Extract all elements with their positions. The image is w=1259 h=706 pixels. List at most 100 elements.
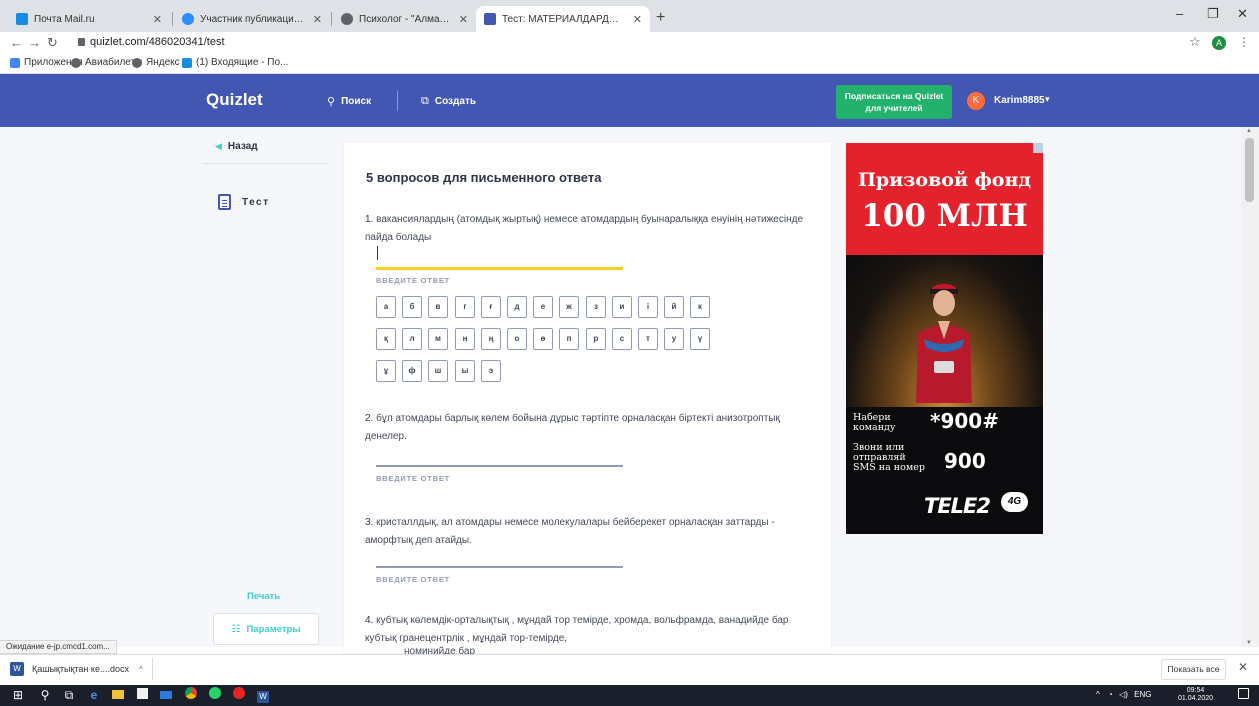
chevron-down-icon[interactable]: ▾ <box>1045 94 1050 105</box>
store-icon[interactable] <box>134 687 150 703</box>
clock[interactable]: 09:54 01.04.2020 <box>1178 687 1213 703</box>
options-button[interactable]: ☷ Параметры <box>213 613 319 645</box>
char-key[interactable]: п <box>559 328 579 350</box>
char-key[interactable]: т <box>638 328 658 350</box>
word-icon[interactable]: W <box>255 687 271 703</box>
new-tab-button[interactable]: + <box>656 9 665 27</box>
adchoices-icon[interactable] <box>1033 143 1043 153</box>
char-key[interactable]: н <box>455 328 475 350</box>
tab-close-icon[interactable]: ✕ <box>153 13 162 26</box>
url-field[interactable]: quizlet.com/486020341/test <box>90 36 225 48</box>
volume-icon[interactable]: ◁) <box>1119 690 1128 699</box>
download-item[interactable]: W Қашықтықтан ке....docx ^ <box>10 662 143 676</box>
zoom-favicon-icon <box>182 13 194 25</box>
scroll-down-arrow-icon[interactable]: ▼ <box>1246 640 1252 646</box>
whatsapp-icon[interactable] <box>207 687 223 703</box>
question-number: 3. <box>365 517 374 528</box>
chrome-icon[interactable] <box>183 687 199 703</box>
profile-avatar[interactable]: A <box>1212 36 1226 50</box>
tab-psychologist[interactable]: Психолог - "Алматы облысты… ✕ <box>333 6 476 32</box>
char-key[interactable]: у <box>664 328 684 350</box>
search-button[interactable]: ⚲ Поиск <box>327 95 371 108</box>
create-label: Создать <box>434 96 476 107</box>
browser-menu-icon[interactable]: ⋮ <box>1238 35 1250 49</box>
char-key[interactable]: і <box>638 296 658 318</box>
lock-icon[interactable] <box>78 38 85 46</box>
chevron-up-icon[interactable]: ^ <box>139 665 143 674</box>
page-scrollbar[interactable] <box>1241 127 1259 647</box>
windows-start-icon[interactable]: ⊞ <box>10 687 26 703</box>
search-icon[interactable]: ⚲ <box>37 687 53 703</box>
char-key[interactable]: г <box>455 296 475 318</box>
bookmark-yandex[interactable]: Яндекс <box>132 57 180 68</box>
reload-icon[interactable]: ↻ <box>47 35 58 51</box>
bookmark-inbox[interactable]: (1) Входящие - По... <box>182 57 288 68</box>
create-button[interactable]: ⧉ Создать <box>421 95 476 108</box>
tab-close-icon[interactable]: ✕ <box>459 13 468 26</box>
tab-close-icon[interactable]: ✕ <box>633 13 642 26</box>
task-view-icon[interactable]: ⧉ <box>61 687 77 703</box>
tele2-advertisement[interactable]: Призовой фонд 100 МЛН Набери команду *90… <box>846 143 1043 534</box>
back-link[interactable]: ◀ Назад <box>215 141 258 152</box>
bookmark-star-icon[interactable]: ☆ <box>1189 34 1201 50</box>
char-key[interactable]: ғ <box>481 296 501 318</box>
network-icon[interactable]: ◔ <box>1108 690 1113 699</box>
scroll-thumb[interactable] <box>1245 138 1254 202</box>
edge-icon[interactable]: e <box>86 687 102 703</box>
teacher-subscribe-button[interactable]: Подписаться на Quizlet для учителей <box>836 85 952 119</box>
char-key[interactable]: б <box>402 296 422 318</box>
answer-input-3[interactable] <box>376 566 623 568</box>
char-key[interactable]: з <box>586 296 606 318</box>
char-key[interactable]: ж <box>559 296 579 318</box>
char-key[interactable]: и <box>612 296 632 318</box>
char-key[interactable]: л <box>402 328 422 350</box>
quizlet-test-active[interactable]: Тест: МАТЕРИАЛДАРДЫҢ ҚҰРЫ… ✕ <box>476 6 650 32</box>
file-explorer-icon[interactable] <box>110 687 126 703</box>
search-icon: ⚲ <box>327 96 336 108</box>
char-key[interactable]: ы <box>455 360 475 382</box>
notification-icon[interactable] <box>1238 688 1249 699</box>
char-key[interactable]: а <box>376 296 396 318</box>
tab-zoom[interactable]: Участник публикации - Zoom ✕ <box>174 6 330 32</box>
char-key[interactable]: ш <box>428 360 448 382</box>
close-icon[interactable]: ✕ <box>1238 660 1248 674</box>
user-avatar[interactable]: K <box>967 92 985 110</box>
char-key[interactable]: м <box>428 328 448 350</box>
char-key[interactable]: э <box>481 360 501 382</box>
close-window-button[interactable]: ✕ <box>1237 6 1248 22</box>
answer-input-2[interactable] <box>376 465 623 467</box>
char-key[interactable]: с <box>612 328 632 350</box>
char-key[interactable]: к <box>690 296 710 318</box>
scroll-up-arrow-icon[interactable]: ▲ <box>1246 128 1252 134</box>
char-key[interactable]: в <box>428 296 448 318</box>
username[interactable]: Karim8885 <box>994 95 1045 106</box>
char-key[interactable]: д <box>507 296 527 318</box>
show-all-button[interactable]: Показать все <box>1161 659 1226 680</box>
minimize-button[interactable]: – <box>1176 6 1183 21</box>
tab-mail[interactable]: Почта Mail.ru ✕ <box>8 6 170 32</box>
system-tray[interactable]: ^ ◔ ◁) ENG <box>1096 690 1151 699</box>
yandex-browser-icon[interactable] <box>231 687 247 703</box>
language-indicator[interactable]: ENG <box>1134 690 1151 699</box>
restore-button[interactable]: ❐ <box>1207 6 1219 22</box>
char-key[interactable]: р <box>586 328 606 350</box>
char-key[interactable]: ү <box>690 328 710 350</box>
mail-icon[interactable] <box>158 687 174 703</box>
forward-icon[interactable]: → <box>28 35 41 50</box>
download-shelf <box>0 654 1259 685</box>
quizlet-logo[interactable]: Quizlet <box>206 90 263 110</box>
char-key[interactable]: ң <box>481 328 501 350</box>
answer-input-1[interactable] <box>376 267 623 270</box>
tab-close-icon[interactable]: ✕ <box>313 13 322 26</box>
char-key[interactable]: й <box>664 296 684 318</box>
char-key[interactable]: е <box>533 296 553 318</box>
char-key[interactable]: о <box>507 328 527 350</box>
char-key[interactable]: ф <box>402 360 422 382</box>
chevron-up-icon[interactable]: ^ <box>1096 690 1100 699</box>
print-link[interactable]: Печать <box>247 591 280 602</box>
char-key[interactable]: ұ <box>376 360 396 382</box>
test-mode-item[interactable]: Тест <box>218 194 270 210</box>
char-key[interactable]: ө <box>533 328 553 350</box>
back-icon[interactable]: ← <box>10 35 23 50</box>
char-key[interactable]: қ <box>376 328 396 350</box>
